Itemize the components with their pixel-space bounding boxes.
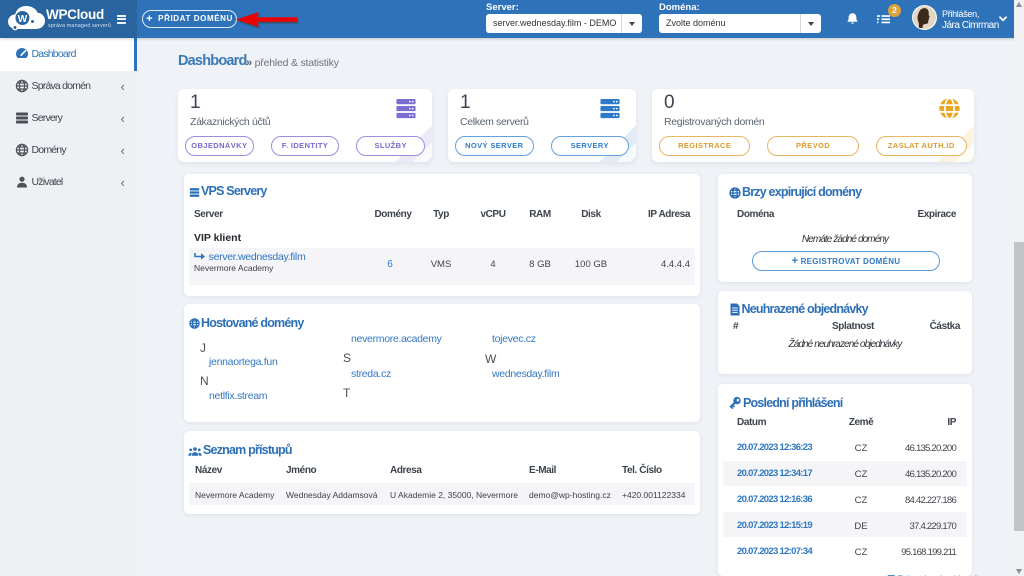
svg-text:W: W: [18, 14, 28, 25]
